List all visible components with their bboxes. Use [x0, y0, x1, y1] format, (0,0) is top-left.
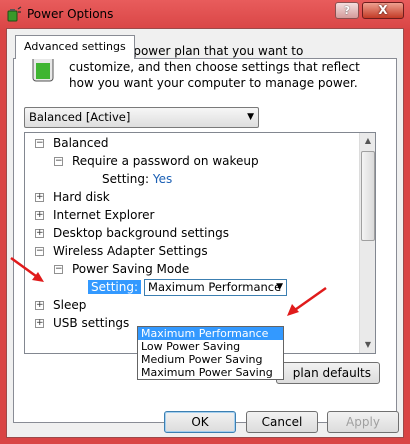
scrollbar-thumb[interactable]: [361, 151, 375, 241]
tree-item-balanced[interactable]: − Balanced: [35, 134, 108, 152]
tree-item-hard-disk[interactable]: + Hard disk: [35, 188, 110, 206]
cancel-button[interactable]: Cancel: [246, 411, 318, 433]
ok-button[interactable]: OK: [164, 411, 236, 433]
dropdown-option[interactable]: Medium Power Saving: [138, 353, 283, 366]
expand-icon[interactable]: +: [35, 301, 44, 310]
power-options-window: Power Options ? X Advanced settings Sele…: [0, 0, 410, 444]
apply-button[interactable]: Apply: [327, 411, 399, 433]
window-title: Power Options: [27, 7, 114, 21]
settings-tree[interactable]: − Balanced − Require a password on wakeu…: [24, 132, 376, 354]
collapse-icon[interactable]: −: [35, 247, 44, 256]
power-saving-dropdown-list[interactable]: Maximum Performance Low Power Saving Med…: [137, 326, 284, 380]
restore-plan-defaults-button[interactable]: plan defaults: [276, 362, 380, 384]
title-bar[interactable]: Power Options ? X: [0, 0, 410, 28]
expand-icon[interactable]: +: [35, 211, 44, 220]
collapse-icon[interactable]: −: [54, 265, 63, 274]
tree-item-label: USB settings: [53, 316, 130, 330]
tree-item-label: Require a password on wakeup: [72, 154, 259, 168]
tree-item-power-saving-mode[interactable]: − Power Saving Mode: [54, 260, 189, 278]
power-plan-select[interactable]: Balanced [Active] ▼: [24, 107, 259, 128]
tree-setting-power-saving: Setting: Maximum Performance ▼: [88, 278, 288, 296]
tree-setting-require-password: Setting: Yes: [102, 170, 172, 188]
power-saving-combo-value: Maximum Performance: [148, 280, 282, 294]
chevron-down-icon: ▼: [276, 282, 284, 292]
tree-item-desktop-background[interactable]: + Desktop background settings: [35, 224, 229, 242]
setting-label: Setting:: [102, 172, 150, 186]
tree-item-label: Internet Explorer: [53, 208, 155, 222]
power-saving-combo[interactable]: Maximum Performance ▼: [144, 279, 288, 296]
tree-item-usb[interactable]: + USB settings: [35, 314, 129, 332]
dropdown-option[interactable]: Maximum Power Saving: [138, 366, 283, 379]
tree-item-label: Hard disk: [53, 190, 110, 204]
tree-item-sleep[interactable]: + Sleep: [35, 296, 86, 314]
collapse-icon[interactable]: −: [54, 157, 63, 166]
dropdown-option[interactable]: Low Power Saving: [138, 340, 283, 353]
tree-item-label: Balanced: [53, 136, 109, 150]
tree-item-label: Power Saving Mode: [72, 262, 190, 276]
chevron-down-icon: ▼: [247, 112, 254, 122]
tree-item-label: Desktop background settings: [53, 226, 229, 240]
tree-item-label: Wireless Adapter Settings: [53, 244, 208, 258]
expand-icon[interactable]: +: [35, 319, 44, 328]
help-button[interactable]: ?: [335, 2, 359, 19]
tree-item-label: Sleep: [53, 298, 87, 312]
power-options-icon: [7, 6, 22, 22]
collapse-icon[interactable]: −: [35, 139, 44, 148]
expand-icon[interactable]: +: [35, 193, 44, 202]
tree-item-require-password[interactable]: − Require a password on wakeup: [54, 152, 259, 170]
tree-scrollbar[interactable]: ▲ ▼: [359, 133, 375, 353]
scroll-up-icon[interactable]: ▲: [360, 133, 375, 149]
settings-tree-content: − Balanced − Require a password on wakeu…: [25, 133, 359, 353]
dropdown-option[interactable]: Maximum Performance: [138, 327, 283, 340]
expand-icon[interactable]: +: [35, 229, 44, 238]
setting-label-selected: Setting:: [88, 280, 142, 294]
scroll-down-icon[interactable]: ▼: [360, 337, 375, 353]
power-plan-select-value: Balanced [Active]: [29, 110, 131, 124]
close-button[interactable]: X: [362, 2, 404, 19]
setting-value-link[interactable]: Yes: [153, 172, 172, 186]
tree-item-wireless-adapter[interactable]: − Wireless Adapter Settings: [35, 242, 208, 260]
tab-advanced-settings[interactable]: Advanced settings: [15, 35, 135, 59]
tree-item-internet-explorer[interactable]: + Internet Explorer: [35, 206, 154, 224]
